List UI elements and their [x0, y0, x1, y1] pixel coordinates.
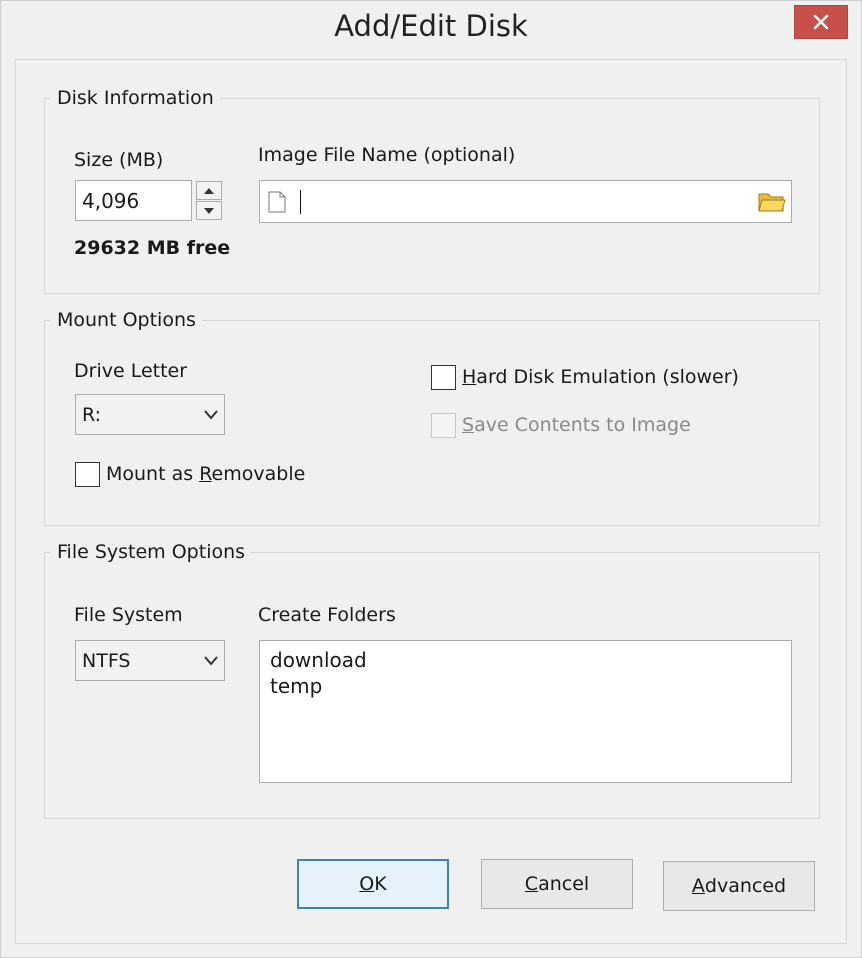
create-folders-label: Create Folders — [258, 604, 396, 626]
size-label: Size (MB) — [74, 149, 164, 171]
text-caret — [300, 189, 301, 214]
title-bar[interactable]: Add/Edit Disk — [1, 1, 861, 59]
mount-removable-mnemonic: R — [199, 463, 212, 485]
spin-down-icon — [204, 207, 214, 214]
disk-information-legend: Disk Information — [57, 87, 214, 109]
size-input[interactable]: 4,096 — [75, 180, 192, 221]
ok-button[interactable]: OK — [297, 859, 449, 909]
mount-removable-checkbox[interactable] — [75, 462, 100, 487]
ok-label-rest: K — [374, 873, 387, 895]
file-system-label: File System — [74, 604, 183, 626]
image-file-input[interactable] — [259, 180, 792, 223]
mount-removable-text-pre: Mount as — [106, 463, 200, 485]
file-system-dropdown[interactable]: NTFS — [75, 640, 225, 681]
add-edit-disk-dialog: Add/Edit Disk Disk Information Size (MB)… — [0, 0, 862, 958]
hard-disk-emulation-checkbox[interactable] — [431, 365, 456, 390]
drive-letter-dropdown[interactable]: R: — [75, 394, 225, 435]
mount-options-legend: Mount Options — [57, 309, 196, 331]
file-icon — [268, 191, 286, 212]
cancel-button[interactable]: Cancel — [481, 859, 633, 909]
cancel-mnemonic: C — [524, 873, 539, 895]
create-folders-textarea[interactable]: download temp — [259, 640, 792, 783]
close-icon — [813, 14, 829, 30]
mount-removable-text-post: emovable — [211, 463, 306, 485]
window-title: Add/Edit Disk — [334, 9, 528, 43]
advanced-button[interactable]: Advanced — [663, 861, 815, 911]
dialog-client-area: Disk Information Size (MB) 4,096 29632 M… — [15, 59, 847, 944]
drive-letter-label: Drive Letter — [74, 360, 188, 382]
folder-item: download — [270, 648, 367, 672]
hard-disk-emulation-mnemonic: H — [462, 366, 477, 388]
ok-mnemonic: O — [359, 873, 375, 895]
hard-disk-emulation-label[interactable]: Hard Disk Emulation (slower) — [462, 366, 739, 388]
free-space-text: 29632 MB free — [74, 237, 231, 259]
advanced-mnemonic: A — [691, 875, 705, 897]
spin-up-icon — [204, 187, 214, 194]
file-system-options-legend: File System Options — [57, 541, 246, 563]
drive-letter-value: R: — [82, 403, 102, 426]
folder-icon[interactable] — [758, 189, 786, 213]
save-contents-label[interactable]: Save Contents to Image — [462, 414, 691, 436]
hard-disk-emulation-text-post: ard Disk Emulation (slower) — [476, 366, 739, 388]
image-file-label: Image File Name (optional) — [258, 144, 516, 166]
chevron-down-icon — [204, 409, 218, 420]
folder-item: temp — [270, 674, 323, 698]
file-system-value: NTFS — [82, 649, 131, 672]
advanced-label-rest: dvanced — [704, 875, 787, 897]
save-contents-checkbox[interactable] — [431, 413, 456, 438]
mount-removable-label[interactable]: Mount as Removable — [106, 463, 305, 485]
close-button[interactable] — [794, 5, 848, 39]
size-spin-up-button[interactable] — [196, 181, 222, 200]
save-contents-text-post: ave Contents to Image — [474, 414, 691, 436]
cancel-label-rest: ancel — [538, 873, 590, 895]
chevron-down-icon — [204, 655, 218, 666]
size-value: 4,096 — [82, 188, 140, 213]
save-contents-mnemonic: S — [462, 414, 475, 436]
size-spin-down-button[interactable] — [196, 201, 222, 220]
